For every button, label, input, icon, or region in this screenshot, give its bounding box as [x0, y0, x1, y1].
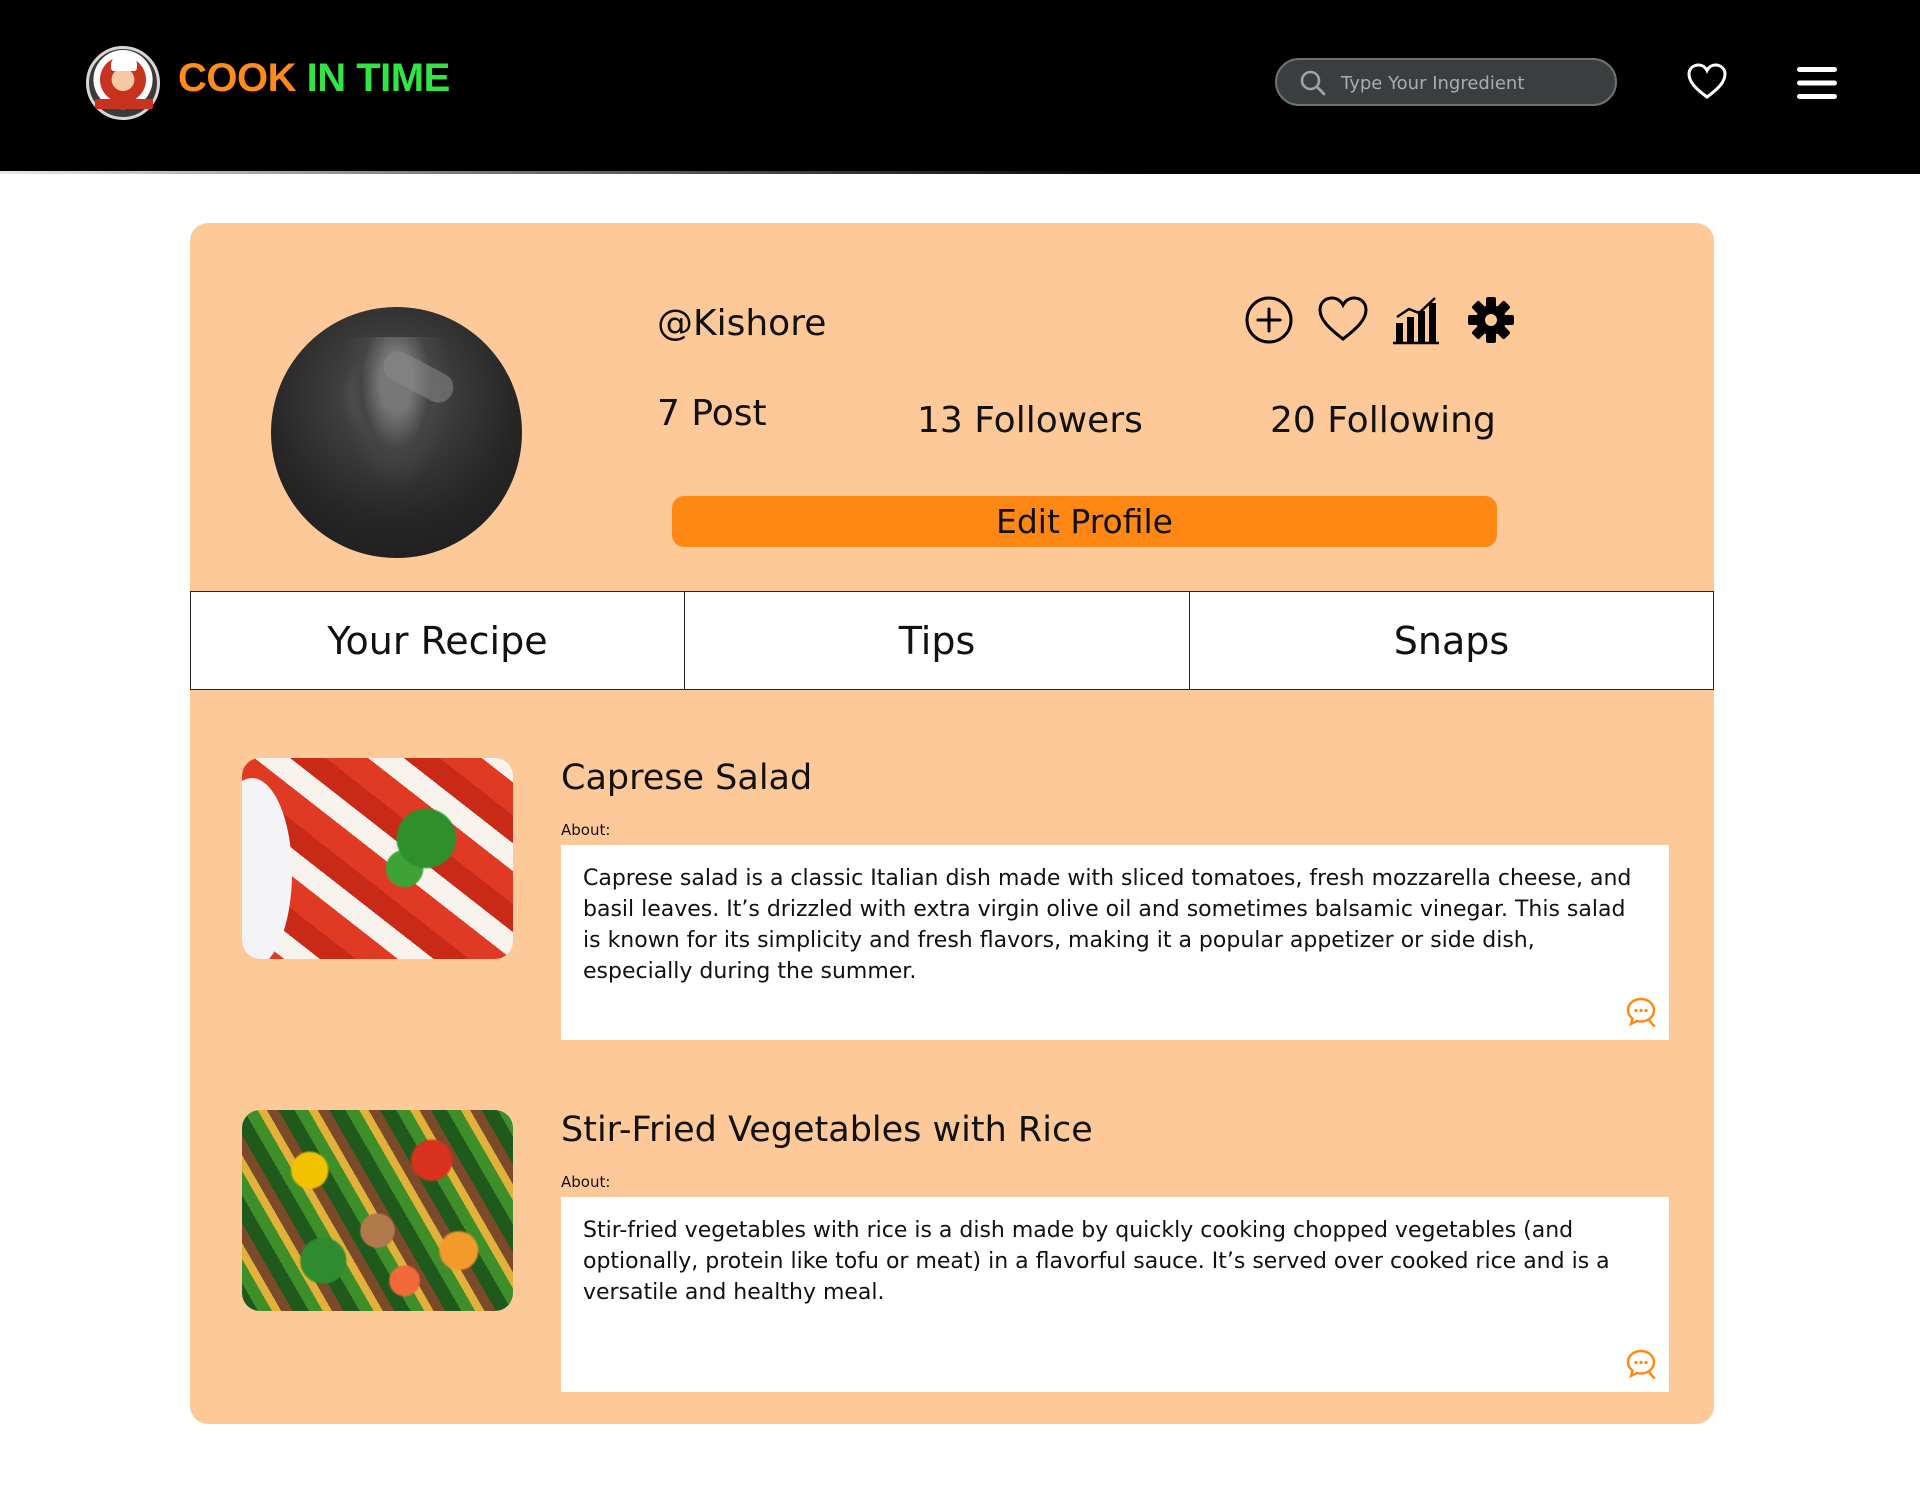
tab-tips[interactable]: Tips [684, 592, 1189, 689]
favorites-heart-icon[interactable] [1686, 62, 1728, 104]
recipe-about-label: About: [561, 1173, 611, 1191]
heart-icon[interactable] [1317, 295, 1368, 345]
profile-username: @Kishore [657, 303, 827, 344]
posts-count[interactable]: 7 Post [657, 393, 767, 434]
recipe-title[interactable]: Stir-Fried Vegetables with Rice [561, 1110, 1093, 1150]
caprese-salad-image[interactable] [242, 758, 513, 959]
comment-bubble-icon[interactable] [1625, 996, 1657, 1032]
ingredient-search-input[interactable] [1339, 60, 1603, 106]
header-divider [0, 171, 1920, 174]
recipe-item: Caprese Salad About: Caprese salad is a … [190, 758, 1714, 1058]
profile-tabs: Your Recipe Tips Snaps [190, 591, 1714, 690]
brand-name-part1: COOK [178, 56, 307, 100]
recipe-description-box: Caprese salad is a classic Italian dish … [561, 845, 1669, 1040]
edit-profile-button[interactable]: Edit Profile [672, 496, 1497, 547]
chef-logo-icon[interactable] [86, 46, 160, 120]
hamburger-menu-icon[interactable] [1797, 66, 1837, 104]
recipe-description-box: Stir-fried vegetables with rice is a dis… [561, 1197, 1669, 1392]
profile-avatar[interactable] [271, 307, 522, 558]
followers-count[interactable]: 13 Followers [917, 400, 1143, 441]
settings-gear-icon[interactable] [1466, 295, 1516, 345]
recipe-description: Caprese salad is a classic Italian dish … [583, 866, 1632, 984]
comment-bubble-icon[interactable] [1625, 1348, 1657, 1384]
chef-hat-shape [111, 55, 137, 71]
tab-your-recipe[interactable]: Your Recipe [191, 592, 684, 689]
stir-fried-vegetables-image[interactable] [242, 1110, 513, 1311]
ingredient-search-bar[interactable] [1275, 58, 1617, 106]
tab-snaps[interactable]: Snaps [1189, 592, 1713, 689]
brand-name-part2: IN TIME [306, 56, 451, 100]
following-count[interactable]: 20 Following [1270, 400, 1496, 441]
brand-name[interactable]: COOK IN TIME [178, 56, 450, 101]
top-nav-bar: COOK IN TIME [0, 0, 1920, 172]
recipe-about-label: About: [561, 821, 611, 839]
profile-card: @Kishore 7 Post 13 Followers 20 Followin… [190, 223, 1714, 1424]
recipe-description: Stir-fried vegetables with rice is a dis… [583, 1218, 1610, 1305]
logo-band-shape [95, 99, 153, 109]
search-icon [1299, 69, 1327, 101]
recipe-item: Stir-Fried Vegetables with Rice About: S… [190, 1110, 1714, 1410]
add-circle-icon[interactable] [1244, 295, 1294, 345]
stats-chart-icon[interactable] [1391, 295, 1441, 345]
recipe-title[interactable]: Caprese Salad [561, 758, 812, 798]
